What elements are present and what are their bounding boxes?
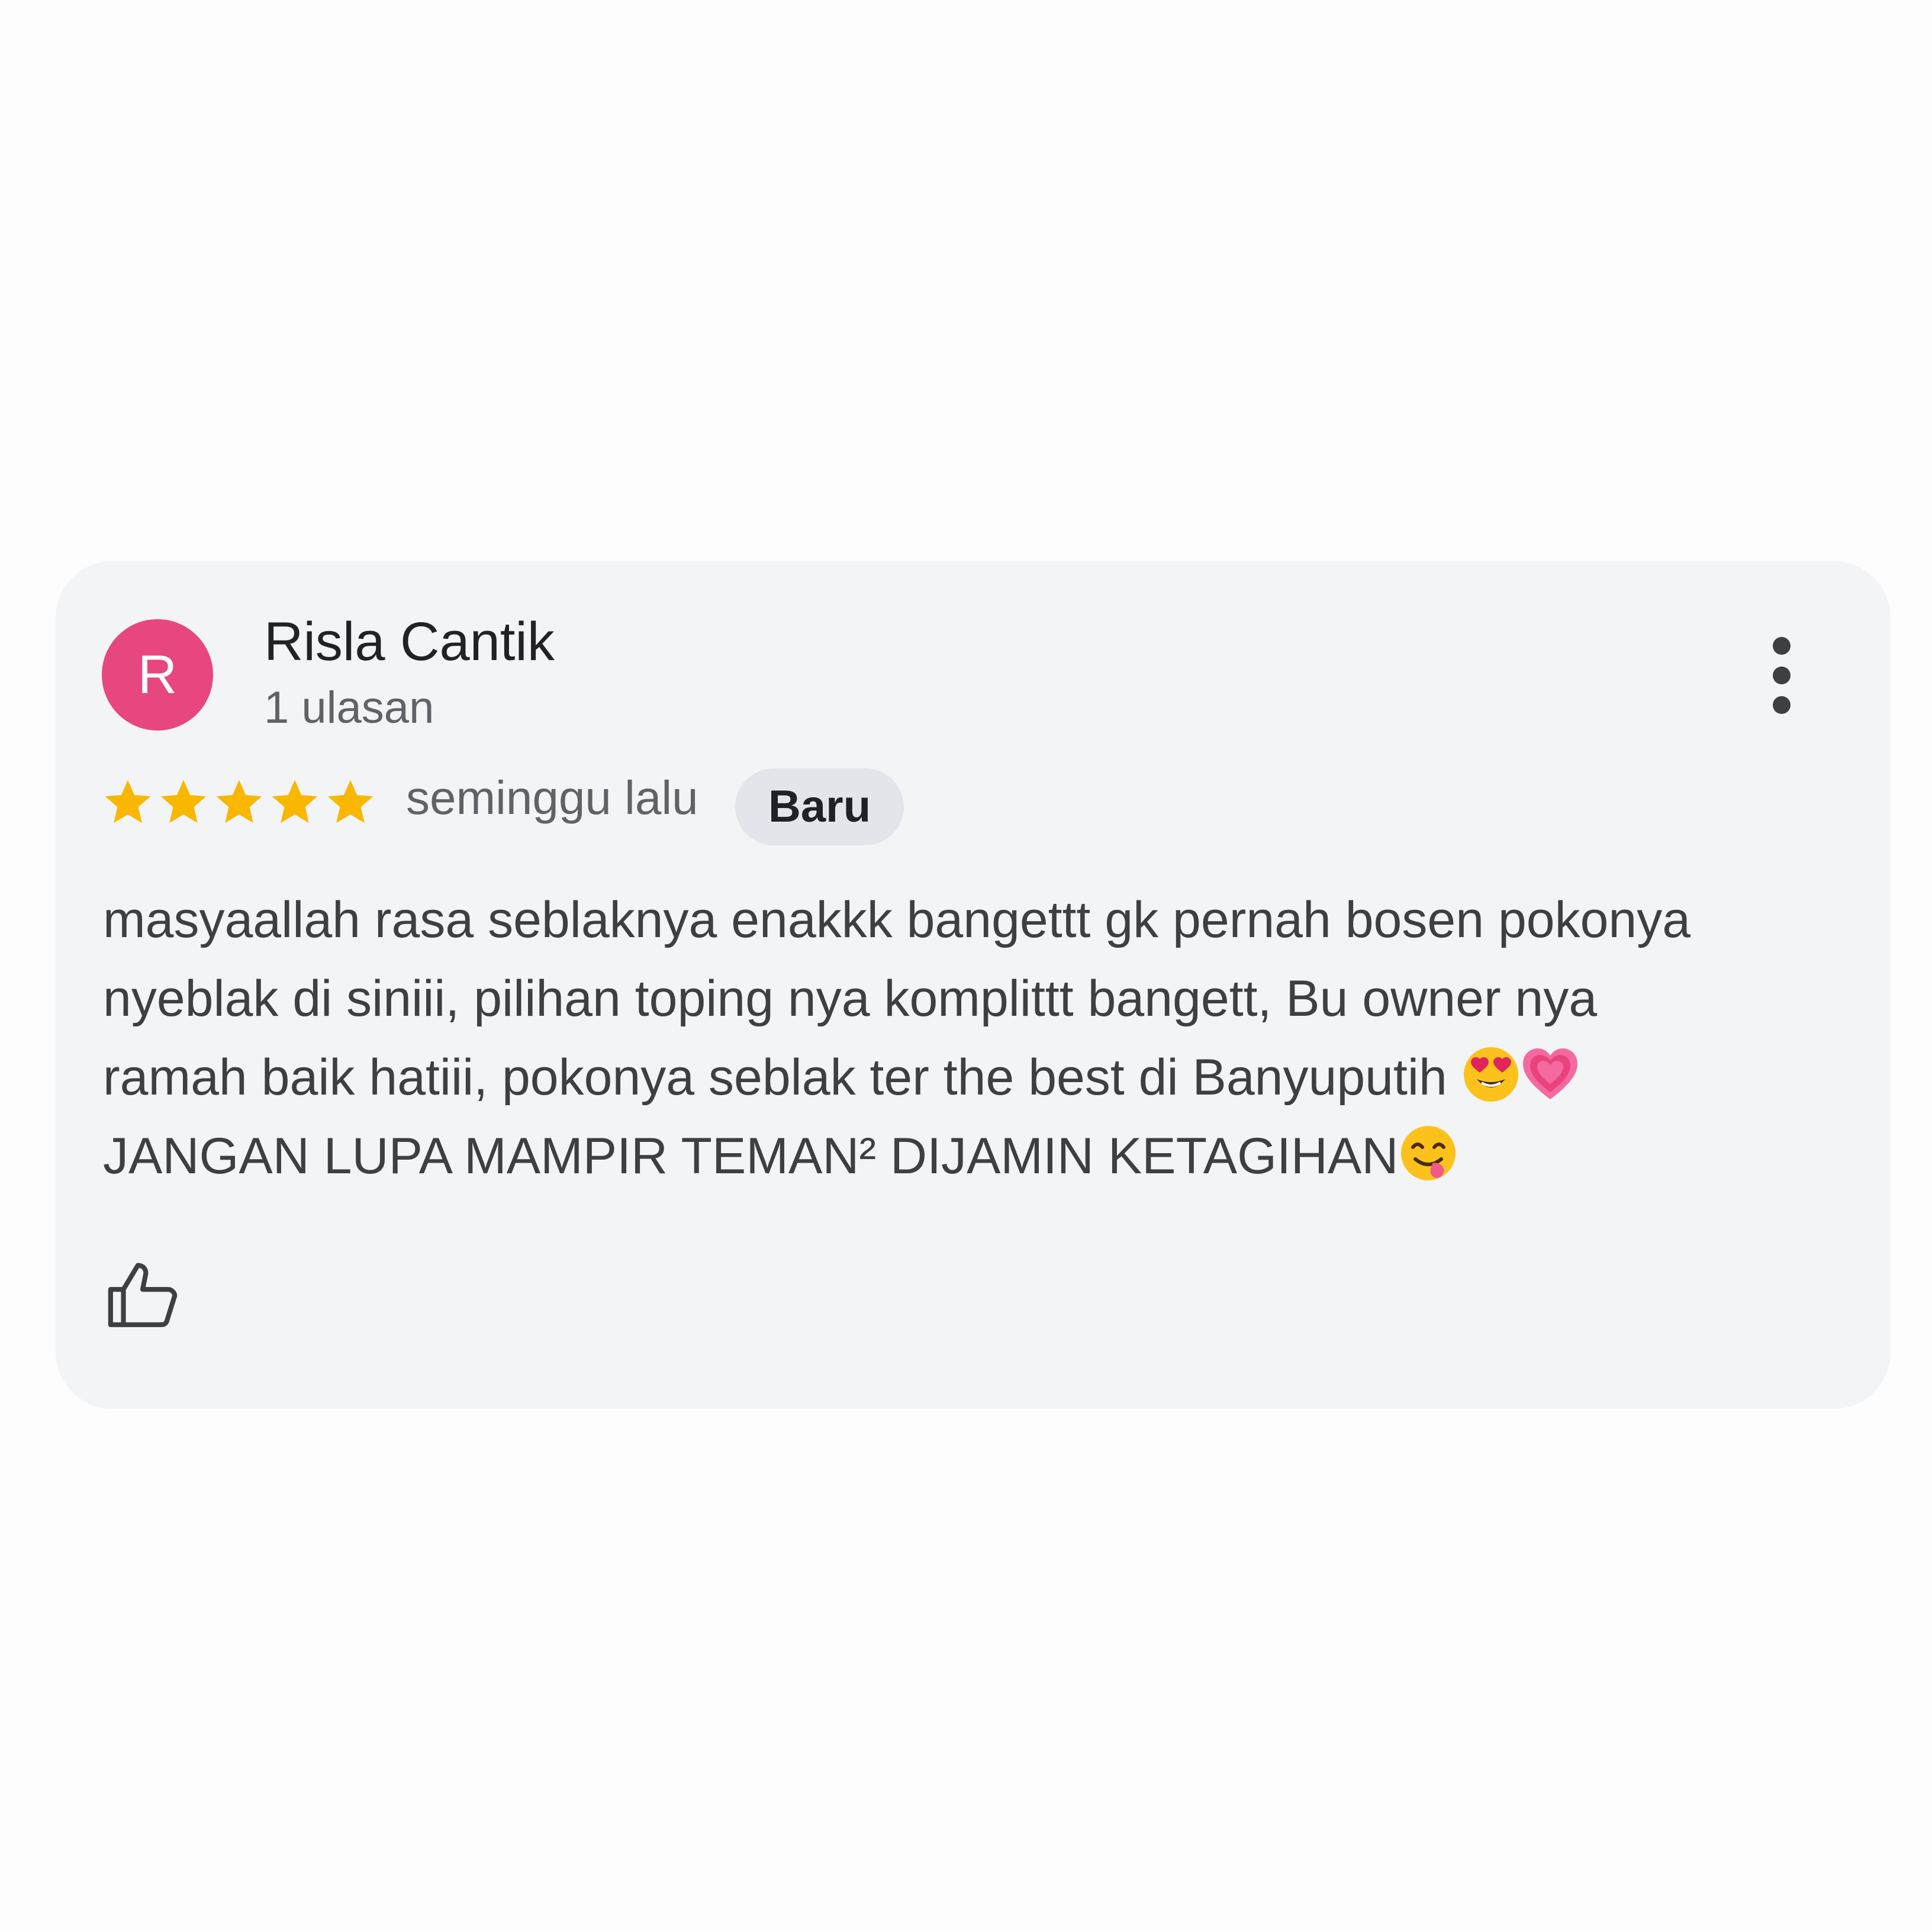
reviewer-name[interactable]: Risla Cantik	[264, 611, 555, 673]
reviewer-review-count: 1 ulasan	[264, 683, 434, 733]
more-dot	[1773, 696, 1791, 714]
growing-heart-emoji	[1522, 1048, 1577, 1099]
review-text-segment: JANGAN LUPA MAMPIR TEMAN² DIJAMIN KETAGI…	[103, 1128, 1399, 1185]
review-time: seminggu lalu	[406, 771, 698, 824]
heart-eyes-emoji	[1463, 1047, 1518, 1102]
star-icon	[327, 780, 373, 823]
new-badge: Baru	[735, 768, 904, 845]
star-icon	[216, 780, 262, 823]
page: R Risla Cantik 1 ulasan seminggu lalu Ba…	[0, 0, 1932, 1931]
more-dot	[1773, 667, 1791, 684]
star-icon	[105, 780, 151, 823]
star-rating	[101, 775, 378, 835]
thumbs-up-icon[interactable]	[104, 1257, 181, 1334]
review-text: masyaallah rasa seblaknya enakkk bangett…	[103, 881, 1843, 1196]
star-icon	[160, 780, 207, 823]
review-text-line: JANGAN LUPA MAMPIR TEMAN² DIJAMIN KETAGI…	[103, 1117, 1843, 1196]
review-text-line: nyeblak di siniii, pilihan toping nya ko…	[103, 970, 1598, 1027]
yum-emoji	[1400, 1126, 1456, 1180]
star-icon	[272, 780, 318, 823]
review-text-line: ramah baik hatiii, pokonya seblak ter th…	[103, 1038, 1843, 1117]
avatar[interactable]: R	[102, 619, 213, 730]
more-options-icon[interactable]	[1758, 637, 1805, 714]
review-text-segment: ramah baik hatiii, pokonya seblak ter th…	[103, 1049, 1461, 1106]
review-card: R Risla Cantik 1 ulasan seminggu lalu Ba…	[56, 561, 1891, 1409]
more-dot	[1773, 637, 1791, 655]
review-text-line: masyaallah rasa seblaknya enakkk bangett…	[103, 892, 1691, 948]
